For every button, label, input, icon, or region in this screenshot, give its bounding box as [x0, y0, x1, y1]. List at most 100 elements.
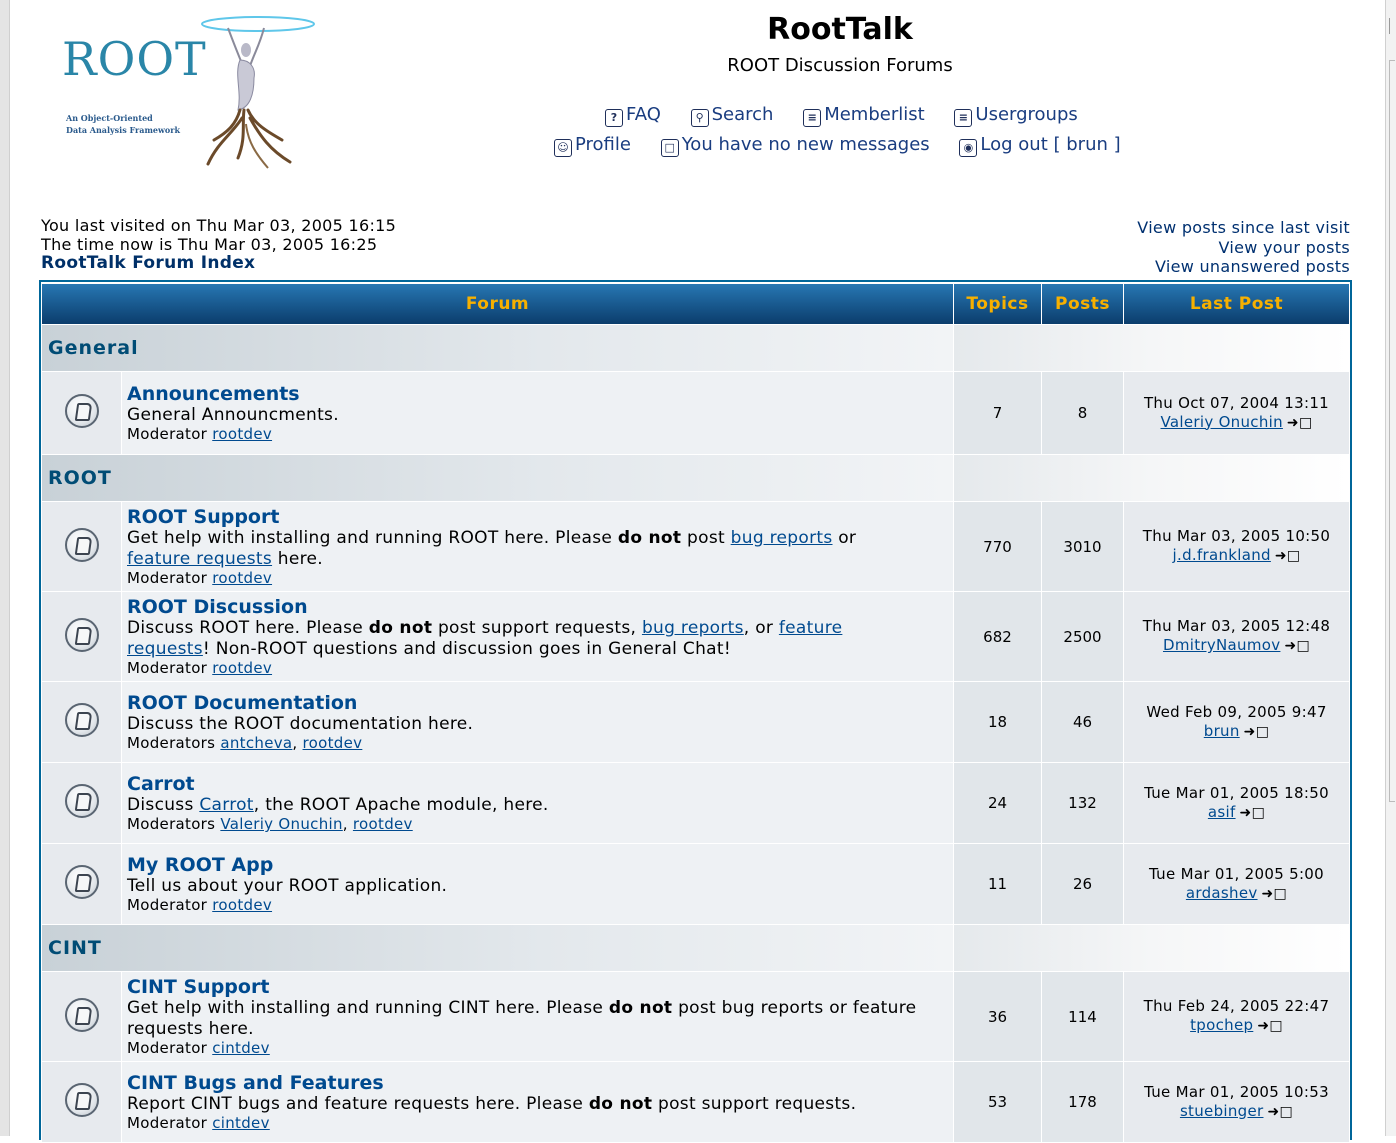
topics-count: 7	[954, 372, 1041, 454]
category-general-link[interactable]: General	[48, 337, 139, 359]
topics-count: 53	[954, 1062, 1041, 1142]
moderator-link[interactable]: antcheva	[220, 734, 292, 752]
nav-search-link[interactable]: ⚲ Search	[690, 104, 773, 127]
forum-moderators: Moderator rootdev	[127, 896, 273, 914]
moderator-link[interactable]: rootdev	[303, 734, 363, 752]
last-post-cell: Wed Feb 09, 2005 9:47 brun ➜□	[1124, 682, 1349, 762]
nav-memberlist-link[interactable]: ≡ Memberlist	[803, 104, 925, 127]
nav-faq-link[interactable]: ? FAQ	[605, 104, 661, 127]
last-post-author-link[interactable]: j.d.frankland	[1173, 546, 1271, 564]
posts-count: 2500	[1042, 592, 1123, 681]
last-post-cell: Thu Feb 24, 2005 22:47 tpochep ➜□	[1124, 972, 1349, 1061]
goto-last-post-icon[interactable]: ➜□	[1240, 804, 1266, 823]
posts-count: 114	[1042, 972, 1123, 1061]
moderator-link[interactable]: rootdev	[353, 815, 413, 833]
moderator-link[interactable]: Valeriy Onuchin	[220, 815, 342, 833]
forum-name-link[interactable]: CINT Bugs and Features	[127, 1073, 947, 1094]
last-post-author-link[interactable]: DmitryNaumov	[1163, 636, 1280, 654]
forum-row: CINT Bugs and Features Report CINT bugs …	[42, 1062, 1349, 1142]
view-unanswered-posts-link[interactable]: View unanswered posts	[1137, 257, 1350, 277]
last-post-date: Thu Mar 03, 2005 10:50	[1142, 527, 1331, 545]
goto-last-post-icon[interactable]: ➜□	[1244, 723, 1270, 742]
feature-requests-link[interactable]: feature requests	[127, 549, 272, 569]
forum-description: Get help with installing and running CIN…	[127, 998, 917, 1039]
forum-moderators: Moderator rootdev	[127, 569, 273, 587]
main-nav-row-1: ? FAQ ⚲ Search ≡ Memberlist ≡ Usergroups	[605, 104, 1078, 127]
bug-reports-link[interactable]: bug reports	[642, 618, 744, 638]
category-row-general: General	[42, 325, 1349, 371]
category-root-cell: ROOT	[42, 455, 953, 501]
posts-count: 8	[1042, 372, 1123, 454]
forum-folder-icon	[64, 1083, 99, 1117]
forum-folder-icon	[64, 394, 99, 428]
logout-icon: ◉	[959, 139, 978, 157]
forum-moderators: Moderator cintdev	[127, 1114, 270, 1132]
forum-folder-icon	[64, 703, 99, 737]
forum-name-link[interactable]: CINT Support	[127, 977, 947, 998]
nav-profile-link[interactable]: ☺ Profile	[554, 134, 631, 157]
moderator-link[interactable]: cintdev	[212, 1114, 270, 1132]
scrollbar-arrow[interactable]	[1389, 18, 1395, 34]
last-post-author-link[interactable]: brun	[1204, 722, 1240, 740]
posts-count: 132	[1042, 763, 1123, 843]
moderator-link[interactable]: cintdev	[212, 1039, 270, 1057]
forum-moderators: Moderator rootdev	[127, 425, 273, 443]
last-post-author-link[interactable]: tpochep	[1190, 1016, 1253, 1034]
scrollbar-thumb[interactable]	[1389, 60, 1395, 802]
category-row-root: ROOT	[42, 455, 1349, 501]
moderator-link[interactable]: rootdev	[212, 569, 272, 587]
memberlist-icon: ≡	[803, 109, 822, 127]
last-post-author-link[interactable]: stuebinger	[1180, 1102, 1264, 1120]
nav-usergroups-link[interactable]: ≡ Usergroups	[954, 104, 1078, 127]
posts-count: 178	[1042, 1062, 1123, 1142]
forum-index-link[interactable]: RootTalk Forum Index	[41, 254, 396, 273]
view-posts-since-last-visit-link[interactable]: View posts since last visit	[1137, 218, 1350, 238]
goto-last-post-icon[interactable]: ➜□	[1257, 1017, 1283, 1036]
moderator-link[interactable]: rootdev	[212, 896, 272, 914]
last-post-author-link[interactable]: ardashev	[1186, 884, 1258, 902]
goto-last-post-icon[interactable]: ➜□	[1267, 1103, 1293, 1122]
moderator-link[interactable]: rootdev	[212, 425, 272, 443]
goto-last-post-icon[interactable]: ➜□	[1275, 547, 1301, 566]
carrot-link[interactable]: Carrot	[199, 795, 253, 815]
last-post-cell: Thu Oct 07, 2004 13:11 Valeriy Onuchin ➜□	[1124, 372, 1349, 454]
forum-folder-icon	[64, 784, 99, 818]
goto-last-post-icon[interactable]: ➜□	[1284, 637, 1310, 656]
forum-description: Report CINT bugs and feature requests he…	[127, 1094, 857, 1114]
forum-folder-icon	[64, 617, 99, 652]
vertical-scrollbar[interactable]	[1385, 0, 1396, 1136]
forum-name-link[interactable]: Announcements	[127, 384, 947, 405]
forum-row: Carrot Discuss Carrot, the ROOT Apache m…	[42, 763, 1349, 843]
goto-last-post-icon[interactable]: ➜□	[1287, 414, 1313, 433]
forum-description: Discuss ROOT here. Please do not post su…	[127, 618, 843, 659]
forum-moderators: Moderator rootdev	[127, 659, 273, 677]
view-your-posts-link[interactable]: View your posts	[1137, 238, 1350, 258]
feature-requests-link[interactable]: feature	[779, 618, 842, 638]
bug-reports-link[interactable]: bug reports	[731, 528, 833, 548]
goto-last-post-icon[interactable]: ➜□	[1262, 885, 1288, 904]
last-post-author-link[interactable]: Valeriy Onuchin	[1161, 413, 1283, 431]
profile-icon: ☺	[554, 139, 572, 157]
usergroups-icon: ≡	[954, 109, 973, 127]
last-post-date: Tue Mar 01, 2005 5:00	[1148, 864, 1324, 883]
last-post-cell: Tue Mar 01, 2005 5:00 ardashev ➜□	[1124, 844, 1349, 924]
moderator-link[interactable]: rootdev	[212, 659, 272, 677]
category-cint-link[interactable]: CINT	[48, 937, 102, 959]
forum-name-link[interactable]: My ROOT App	[127, 855, 947, 876]
category-cint-cell: CINT	[42, 925, 953, 971]
forum-name-link[interactable]: ROOT Support	[127, 507, 947, 528]
last-post-author-link[interactable]: asif	[1208, 803, 1236, 821]
forum-name-link[interactable]: ROOT Discussion	[127, 597, 947, 618]
forum-folder-icon	[64, 997, 99, 1032]
feature-requests-link-cont[interactable]: requests	[127, 639, 203, 659]
main-nav-row-2: ☺ Profile □ You have no new messages ◉ Log …	[554, 134, 1121, 157]
forum-name-link[interactable]: Carrot	[127, 774, 947, 795]
nav-messages-link[interactable]: □ You have no new messages	[660, 134, 930, 157]
nav-logout-link[interactable]: ◉ Log out [ brun ]	[959, 134, 1121, 157]
last-post-date: Thu Feb 24, 2005 22:47	[1143, 997, 1330, 1015]
forum-name-link[interactable]: ROOT Documentation	[127, 693, 947, 714]
category-root-link[interactable]: ROOT	[48, 467, 112, 489]
last-post-cell: Tue Mar 01, 2005 10:53 stuebinger ➜□	[1124, 1062, 1349, 1142]
root-logo[interactable]: ROOT An Object-Oriented Data Analysis Fr…	[58, 14, 320, 174]
forum-moderators: Moderators antcheva, rootdev	[127, 734, 363, 752]
